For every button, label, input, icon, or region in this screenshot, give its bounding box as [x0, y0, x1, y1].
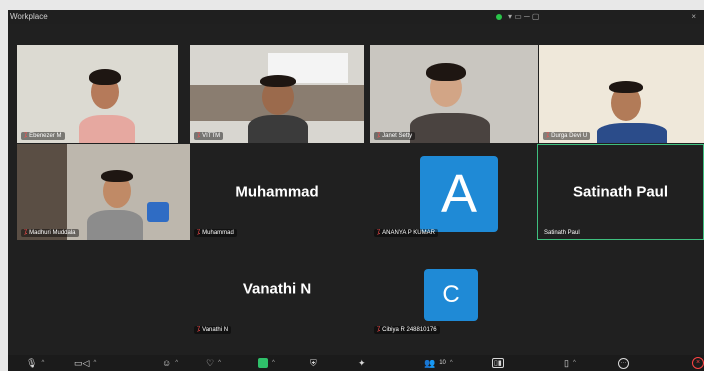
chevron-up-icon: ^: [449, 360, 453, 366]
mic-off-icon: ⁒: [197, 229, 201, 236]
participant-avatar: A: [420, 156, 498, 232]
shield-icon: ⛨: [310, 357, 317, 368]
chevron-up-icon: ^: [272, 360, 275, 366]
window-title: Workplace: [10, 12, 48, 21]
participants-count: 10: [439, 360, 446, 366]
participant-tile-active-speaker[interactable]: Satinath Paul Satinath Paul: [537, 144, 704, 240]
mic-off-icon: ⁒: [24, 229, 28, 236]
more-button[interactable]: ···: [618, 357, 629, 369]
reactions-button[interactable]: ♡ ^: [206, 357, 221, 369]
apps-icon: ▯: [564, 357, 569, 368]
view-button[interactable]: ▯▮: [492, 357, 504, 369]
title-bar: Workplace ▾ ▭ ─ ▢ ×: [8, 10, 704, 24]
people-icon: 👥: [424, 357, 436, 368]
window-controls[interactable]: ▾ ▭ ─ ▢: [508, 10, 539, 24]
layout-icon: ▯▮: [492, 358, 504, 368]
apps-button[interactable]: ▯ ^: [564, 357, 576, 369]
chevron-up-icon: ^: [572, 360, 576, 366]
close-window-icon[interactable]: ×: [691, 10, 696, 24]
participant-video: [190, 45, 364, 143]
mic-off-icon: ⁒: [377, 229, 381, 236]
mic-off-icon: ⁒: [197, 326, 201, 333]
sparkle-icon: ✦: [358, 357, 366, 368]
video-grid: ⁒ Ebenezer M ⁒ VITTM ⁒ Janet Setty ⁒ Dur…: [8, 24, 704, 355]
mic-button[interactable]: 🎙 ^: [26, 357, 44, 369]
mic-off-icon: ⁒: [377, 326, 381, 333]
participant-video: [370, 45, 538, 143]
participant-name-label: ⁒ Ebenezer M: [21, 132, 65, 140]
participants-button[interactable]: 👥 10 ^: [424, 357, 453, 369]
participant-tile[interactable]: ⁒ Durga Devi U: [539, 45, 704, 143]
mic-off-icon: ⁒: [377, 132, 381, 139]
chat-button[interactable]: ☺ ^: [162, 357, 178, 369]
participant-display-name: Muhammad: [235, 183, 319, 201]
chat-icon: ☺: [162, 358, 172, 368]
mic-off-icon: ⁒: [24, 132, 28, 139]
participant-name-label: ⁒ Madhuri Muddala: [21, 229, 79, 237]
chevron-up-icon: ^: [175, 360, 179, 366]
participant-name-label: ⁒ Cibiya R 248810176: [374, 326, 440, 334]
participant-display-name: Satinath Paul: [572, 183, 669, 201]
participant-name-label: ⁒ Durga Devi U: [543, 132, 591, 140]
participant-tile[interactable]: ⁒ Janet Setty: [370, 45, 538, 143]
chevron-up-icon: ^: [41, 360, 45, 366]
participant-tile[interactable]: A ⁒ ANANYA P KUMAR: [370, 144, 538, 240]
participant-name-label: ⁒ ANANYA P KUMAR: [374, 229, 438, 237]
microphone-icon: 🎙: [26, 357, 38, 368]
participant-video: [17, 45, 178, 143]
meeting-toolbar: 🎙 ^ ▭◁ ^ ☺ ^ ♡ ^ ^ ⛨ ✦ 👥 10 ^ ▯▮ ▯ ^ ··· ×: [8, 355, 704, 371]
participant-name-label: ⁒ VITTM: [194, 132, 224, 140]
participant-avatar: C: [424, 269, 478, 321]
camera-button[interactable]: ▭◁ ^: [74, 357, 96, 369]
participant-video: [17, 144, 199, 240]
participant-name-label: ⁒ Vanathi N: [194, 326, 232, 334]
participant-tile[interactable]: C ⁒ Cibiya R 248810176: [370, 241, 538, 337]
share-screen-icon: [258, 358, 268, 368]
security-button[interactable]: ⛨: [310, 357, 317, 369]
heart-icon: ♡: [206, 357, 215, 368]
more-icon: ···: [618, 357, 629, 369]
camera-icon: ▭◁: [74, 357, 90, 368]
mic-off-icon: ⁒: [197, 132, 201, 139]
meeting-window: Workplace ▾ ▭ ─ ▢ × ⁒Ebenezer M ⁒VITTM: [8, 10, 704, 371]
participant-tile[interactable]: Muhammad ⁒ Muhammad: [190, 144, 364, 240]
chevron-up-icon: ^: [93, 360, 97, 366]
leave-button[interactable]: ×: [692, 357, 704, 369]
share-screen-button[interactable]: ^: [258, 357, 275, 369]
participant-tile[interactable]: ⁒ Ebenezer M: [17, 45, 178, 143]
participant-tile[interactable]: ⁒ VITTM: [190, 45, 364, 143]
participant-display-name: Vanathi N: [242, 280, 312, 298]
chevron-up-icon: ^: [218, 360, 221, 366]
participant-tile[interactable]: Vanathi N ⁒ Vanathi N: [190, 241, 364, 337]
participant-tile[interactable]: ⁒ Madhuri Muddala: [17, 144, 199, 240]
mic-off-icon: ⁒: [546, 132, 550, 139]
participant-name-label: ⁒ Muhammad: [194, 229, 237, 237]
participant-video: [539, 45, 704, 143]
participant-name-label: Satinath Paul: [544, 230, 580, 236]
close-icon: ×: [692, 357, 704, 369]
recording-status-icon: [496, 14, 502, 20]
ai-companion-button[interactable]: ✦: [358, 357, 366, 369]
participant-name-label: ⁒ Janet Setty: [374, 132, 416, 140]
